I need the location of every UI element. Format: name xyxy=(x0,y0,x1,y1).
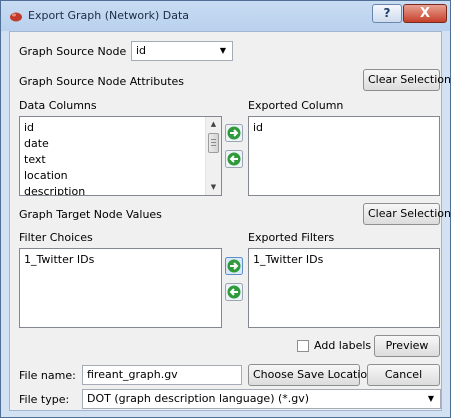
scroll-thumb[interactable] xyxy=(208,133,219,153)
file-name-input[interactable]: fireant_graph.gv xyxy=(82,365,242,385)
clear-selection-button-attributes[interactable]: Clear Selection xyxy=(363,69,451,91)
window-title: Export Graph (Network) Data xyxy=(28,9,190,22)
list-item[interactable]: 1_Twitter IDs xyxy=(249,252,439,268)
list-item[interactable]: id xyxy=(249,120,439,136)
chevron-down-icon: ▼ xyxy=(427,394,434,403)
exported-column-label: Exported Column xyxy=(248,99,344,112)
choose-save-location-button[interactable]: Choose Save Location xyxy=(248,364,374,386)
vertical-scrollbar[interactable]: ▲ ▼ xyxy=(205,117,221,195)
filter-choices-label: Filter Choices xyxy=(19,231,93,244)
add-labels-label: Add labels xyxy=(314,339,372,352)
source-node-value: id xyxy=(136,44,147,57)
file-name-label: File name: xyxy=(19,369,76,382)
export-graph-dialog: Export Graph (Network) Data ? X Graph So… xyxy=(0,0,451,418)
move-right-arrow-icon[interactable] xyxy=(225,257,243,275)
add-labels-checkbox[interactable] xyxy=(297,340,309,352)
scroll-down-icon[interactable]: ▼ xyxy=(206,180,221,195)
list-item[interactable]: 1_Twitter IDs xyxy=(20,252,221,268)
preview-button[interactable]: Preview xyxy=(374,335,440,357)
list-item[interactable]: id xyxy=(20,120,221,136)
move-left-arrow-icon[interactable] xyxy=(225,150,243,168)
help-button[interactable]: ? xyxy=(372,4,402,23)
clear-selection-button-targets[interactable]: Clear Selection xyxy=(363,203,451,225)
cancel-button[interactable]: Cancel xyxy=(367,364,440,386)
target-values-label: Graph Target Node Values xyxy=(19,208,162,221)
exported-column-list[interactable]: id xyxy=(248,116,440,196)
close-button[interactable]: X xyxy=(403,4,447,23)
move-right-arrow-icon[interactable] xyxy=(225,124,243,142)
file-type-value: DOT (graph description language) (*.gv) xyxy=(87,392,310,405)
file-type-label: File type: xyxy=(19,393,70,406)
dialog-content: Graph Source Node id ▼ Graph Source Node… xyxy=(9,31,451,411)
list-item[interactable]: text xyxy=(20,152,221,168)
title-bar[interactable]: Export Graph (Network) Data ? X xyxy=(1,1,450,31)
file-type-select[interactable]: DOT (graph description language) (*.gv) … xyxy=(82,389,441,409)
list-item[interactable]: date xyxy=(20,136,221,152)
source-attributes-label: Graph Source Node Attributes xyxy=(19,75,185,88)
exported-filters-list[interactable]: 1_Twitter IDs xyxy=(248,248,440,328)
data-columns-label: Data Columns xyxy=(19,99,97,112)
scroll-up-icon[interactable]: ▲ xyxy=(206,117,221,132)
filter-choices-list[interactable]: 1_Twitter IDs xyxy=(19,248,222,328)
app-icon xyxy=(10,12,22,22)
exported-filters-label: Exported Filters xyxy=(248,231,335,244)
move-left-arrow-icon[interactable] xyxy=(225,283,243,301)
source-node-label: Graph Source Node xyxy=(19,45,127,58)
source-node-select[interactable]: id ▼ xyxy=(131,41,233,61)
data-columns-list[interactable]: id date text location description ▲ ▼ xyxy=(19,116,222,196)
list-item[interactable]: description xyxy=(20,184,221,195)
chevron-down-icon: ▼ xyxy=(219,46,226,55)
list-item[interactable]: location xyxy=(20,168,221,184)
